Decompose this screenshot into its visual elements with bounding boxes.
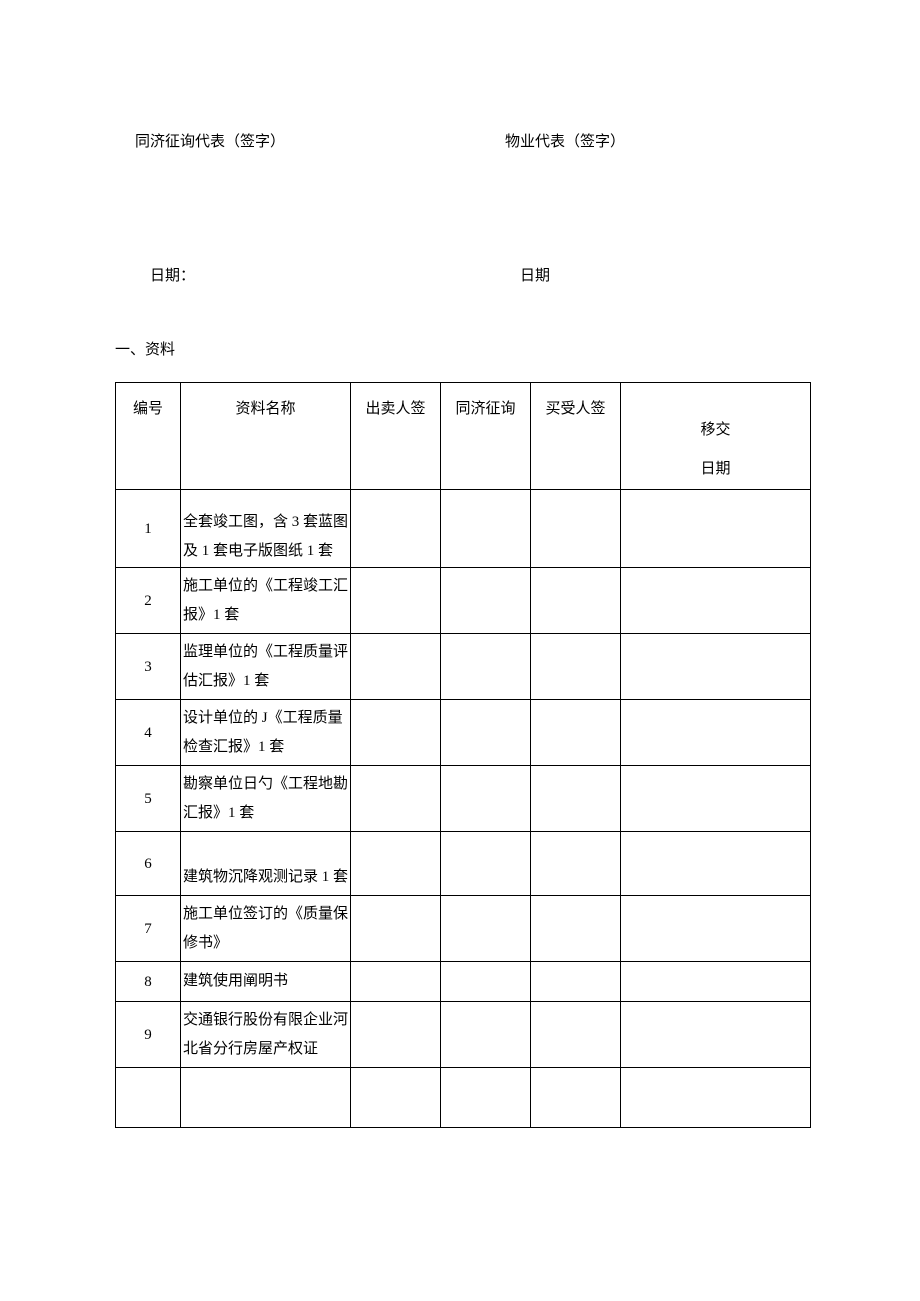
cell-buyer	[531, 962, 621, 1002]
cell-tongji	[441, 490, 531, 568]
cell-seller	[351, 700, 441, 766]
cell-tongji	[441, 1002, 531, 1068]
cell-num: 2	[116, 568, 181, 634]
cell-date	[621, 568, 811, 634]
cell-date	[621, 1068, 811, 1128]
header-tongji: 同济征询	[441, 383, 531, 490]
materials-table: 编号 资料名称 出卖人签 同济征询 买受人签 移交日期 1 全套竣工图，含 3 …	[115, 382, 811, 1128]
cell-buyer	[531, 700, 621, 766]
header-name: 资料名称	[181, 383, 351, 490]
table-row: 9 交通银行股份有限企业河北省分行房屋产权证	[116, 1002, 811, 1068]
cell-seller	[351, 490, 441, 568]
cell-buyer	[531, 896, 621, 962]
date-row: 日期： 日期	[150, 264, 805, 288]
cell-buyer	[531, 1068, 621, 1128]
cell-seller	[351, 1002, 441, 1068]
cell-name: 建筑使用阐明书	[181, 962, 351, 1002]
cell-buyer	[531, 568, 621, 634]
signature-left-label: 同济征询代表（签字）	[135, 130, 505, 154]
table-row: 5 勘察单位日勺《工程地勘汇报》1 套	[116, 766, 811, 832]
table-row	[116, 1068, 811, 1128]
cell-seller	[351, 766, 441, 832]
cell-num: 8	[116, 962, 181, 1002]
cell-date	[621, 766, 811, 832]
cell-date	[621, 962, 811, 1002]
cell-name: 施工单位的《工程竣工汇报》1 套	[181, 568, 351, 634]
cell-seller	[351, 832, 441, 896]
cell-seller	[351, 634, 441, 700]
cell-num	[116, 1068, 181, 1128]
cell-name: 全套竣工图，含 3 套蓝图及 1 套电子版图纸 1 套	[181, 490, 351, 568]
cell-date	[621, 700, 811, 766]
cell-name: 交通银行股份有限企业河北省分行房屋产权证	[181, 1002, 351, 1068]
cell-date	[621, 634, 811, 700]
cell-name: 设计单位的 J《工程质量检查汇报》1 套	[181, 700, 351, 766]
cell-num: 4	[116, 700, 181, 766]
cell-buyer	[531, 490, 621, 568]
cell-tongji	[441, 1068, 531, 1128]
cell-tongji	[441, 700, 531, 766]
cell-name	[181, 1068, 351, 1128]
cell-date	[621, 1002, 811, 1068]
cell-name: 施工单位签订的《质量保修书》	[181, 896, 351, 962]
cell-tongji	[441, 634, 531, 700]
cell-seller	[351, 896, 441, 962]
table-row: 1 全套竣工图，含 3 套蓝图及 1 套电子版图纸 1 套	[116, 490, 811, 568]
cell-date	[621, 490, 811, 568]
cell-seller	[351, 1068, 441, 1128]
table-row: 6 建筑物沉降观测记录 1 套	[116, 832, 811, 896]
cell-num: 9	[116, 1002, 181, 1068]
signature-right-label: 物业代表（签字）	[505, 130, 805, 154]
date-left-label: 日期：	[150, 264, 520, 288]
cell-buyer	[531, 832, 621, 896]
table-header-row: 编号 资料名称 出卖人签 同济征询 买受人签 移交日期	[116, 383, 811, 490]
cell-num: 7	[116, 896, 181, 962]
cell-seller	[351, 962, 441, 1002]
header-seller: 出卖人签	[351, 383, 441, 490]
cell-num: 3	[116, 634, 181, 700]
date-right-label: 日期	[520, 264, 805, 288]
cell-tongji	[441, 568, 531, 634]
section-heading: 一、资料	[115, 338, 805, 362]
table-row: 3 监理单位的《工程质量评估汇报》1 套	[116, 634, 811, 700]
cell-tongji	[441, 896, 531, 962]
cell-seller	[351, 568, 441, 634]
cell-num: 5	[116, 766, 181, 832]
cell-buyer	[531, 634, 621, 700]
cell-tongji	[441, 832, 531, 896]
cell-name: 建筑物沉降观测记录 1 套	[181, 832, 351, 896]
header-num: 编号	[116, 383, 181, 490]
cell-name: 勘察单位日勺《工程地勘汇报》1 套	[181, 766, 351, 832]
cell-tongji	[441, 962, 531, 1002]
header-buyer: 买受人签	[531, 383, 621, 490]
cell-num: 1	[116, 490, 181, 568]
cell-name: 监理单位的《工程质量评估汇报》1 套	[181, 634, 351, 700]
table-row: 4 设计单位的 J《工程质量检查汇报》1 套	[116, 700, 811, 766]
signature-row: 同济征询代表（签字） 物业代表（签字）	[135, 130, 805, 154]
cell-tongji	[441, 766, 531, 832]
table-row: 2 施工单位的《工程竣工汇报》1 套	[116, 568, 811, 634]
cell-date	[621, 896, 811, 962]
header-date: 移交日期	[621, 383, 811, 490]
cell-num: 6	[116, 832, 181, 896]
cell-buyer	[531, 766, 621, 832]
table-row: 7 施工单位签订的《质量保修书》	[116, 896, 811, 962]
cell-buyer	[531, 1002, 621, 1068]
cell-date	[621, 832, 811, 896]
table-row: 8 建筑使用阐明书	[116, 962, 811, 1002]
